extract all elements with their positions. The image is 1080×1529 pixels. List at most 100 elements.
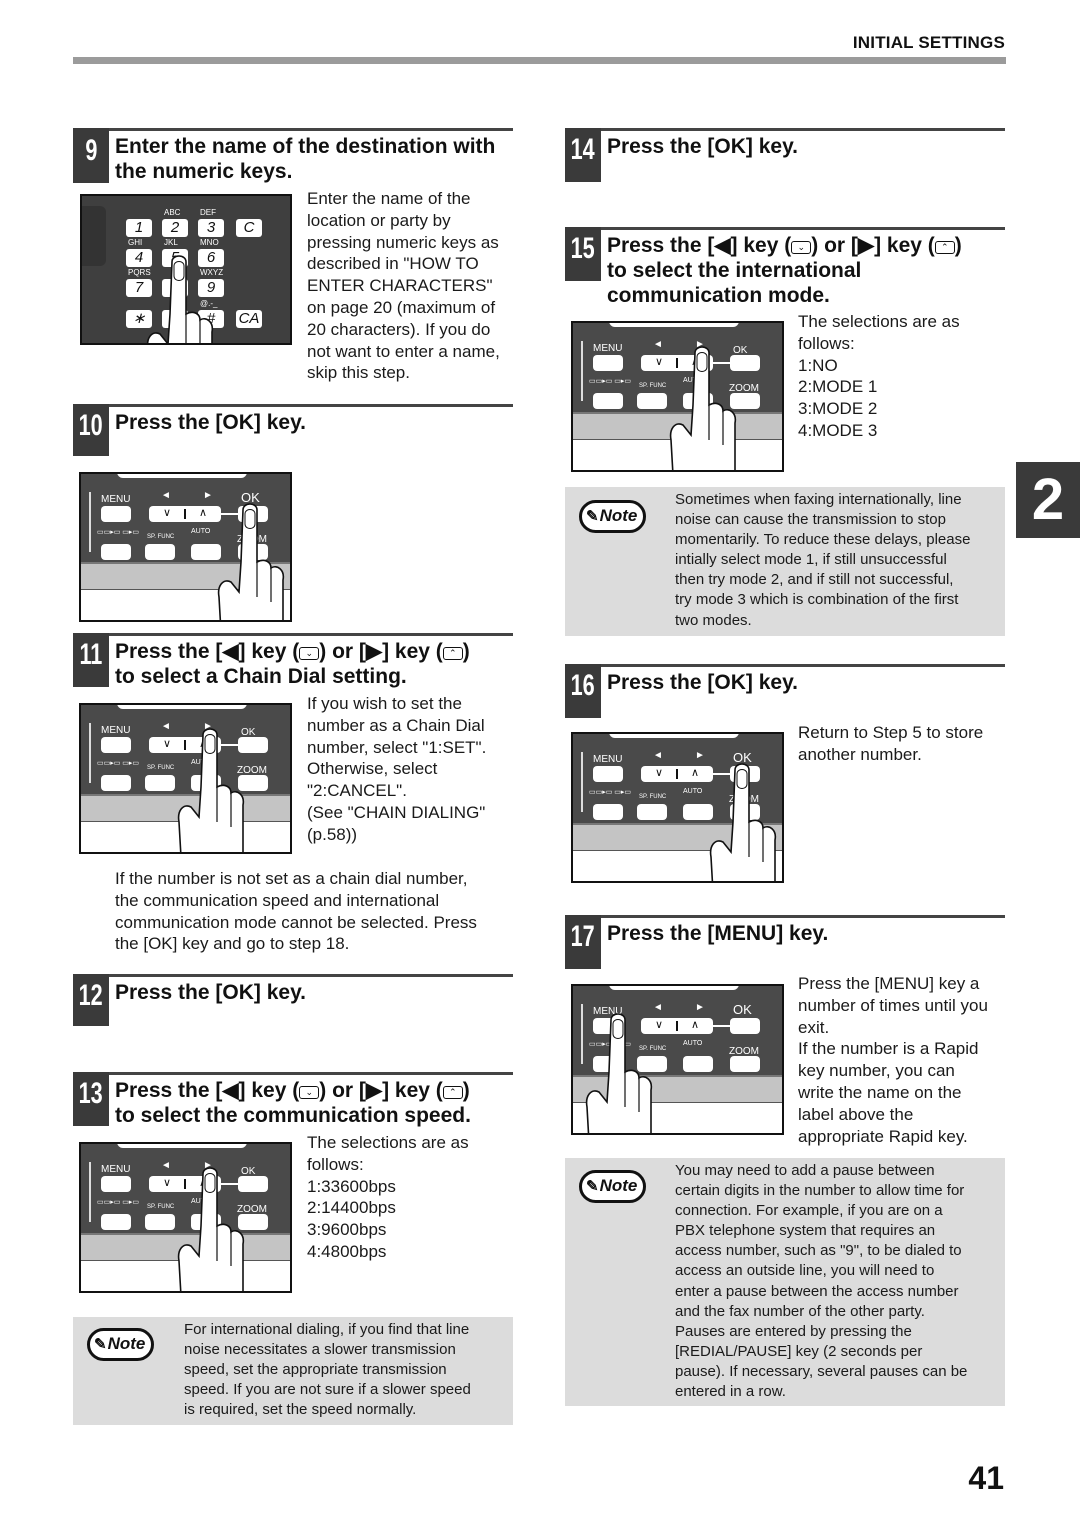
control-panel-illustration: MENU◄►OK∨∧▭▭▸▭ ▭▸▭SP. FUNCAUTOZOOM	[79, 1142, 292, 1293]
text-line: the [OK] key and go to step 18.	[115, 934, 350, 954]
keypad-illustration: 1ABC2DEF3CGHI4JKL5MNO6PQRS78WXYZ9∗0@.-_#…	[80, 194, 292, 345]
step-title: Press the [◀] key (⌄) or [▶] key (⌃) to …	[115, 639, 513, 689]
nav-divider	[184, 509, 186, 519]
text-line: two modes.	[675, 611, 752, 629]
sp-func-key	[637, 393, 667, 409]
sp-func-label: SP. FUNC	[147, 1204, 175, 1210]
step-number: 11	[73, 633, 109, 687]
text-line: intially select mode 1, if still unsucce…	[675, 551, 947, 569]
display-window	[117, 1144, 247, 1148]
text-line: noise necessitates a slower transmission	[184, 1341, 456, 1359]
step-title: Press the [OK] key.	[607, 671, 799, 694]
step-title-line: Enter the name of the destination with	[115, 135, 496, 158]
step-rule	[73, 1072, 513, 1075]
up-key-icon: ⌃	[934, 241, 955, 254]
text-line: noise can cause the transmission to stop	[675, 511, 946, 529]
text-line: and the fax number of the other party.	[675, 1302, 925, 1320]
text-line: another number.	[798, 744, 922, 764]
text-line: not want to enter a name,	[307, 341, 500, 361]
text-line: 1:NO	[798, 355, 838, 375]
step-number: 14	[565, 128, 601, 182]
left-arrow-label: ◄	[653, 750, 663, 761]
text-line: number of times until you	[798, 995, 988, 1015]
note-badge: ✎Note	[579, 1170, 647, 1203]
step-12: 12 Press the [OK] key.	[73, 974, 513, 1026]
step-title-line: Press the [◀] key (⌄) or [▶] key (⌃)	[607, 234, 962, 257]
text-line: follows:	[307, 1154, 364, 1174]
step-title-line: to select the international	[607, 259, 862, 282]
step-title-line: the numeric keys.	[115, 160, 293, 183]
text-line: is required, set the speed normally.	[184, 1401, 417, 1419]
step-16: 16 Press the [OK] key.	[565, 664, 1005, 718]
panel-divider	[89, 723, 91, 783]
text-line: follows:	[798, 333, 855, 353]
page-number: 41	[968, 1460, 1004, 1496]
key-digit: CA	[238, 310, 260, 327]
keypad-key: CA	[236, 310, 262, 328]
text-line: Enter the name of the	[307, 189, 471, 208]
text-line: number, select "1:SET".	[307, 737, 487, 757]
copy-mode-key	[593, 393, 623, 409]
right-arrow-icon: ▶	[365, 640, 383, 663]
display-window	[609, 323, 739, 327]
step-rule	[565, 915, 1005, 918]
text-line: on page 20 (maximum of	[307, 297, 496, 317]
text-line: 1:33600bps	[307, 1176, 396, 1196]
sp-func-label: SP. FUNC	[639, 383, 667, 389]
step-16-body: Return to Step 5 to store another number.	[798, 722, 1008, 766]
auto-label: AUTO	[191, 528, 211, 535]
menu-label: MENU	[593, 754, 623, 765]
text-line: access an outside line, you will need to	[675, 1262, 935, 1280]
key-digit: 2	[170, 219, 180, 236]
text-line: speed. If you are not sure if a slower s…	[184, 1381, 471, 1399]
key-digit: C	[243, 219, 255, 236]
right-arrow-icon: ▶	[857, 234, 875, 257]
zoom-key	[730, 1056, 760, 1072]
keypad-recess	[82, 206, 106, 266]
text-line: exit.	[798, 1017, 830, 1037]
note-box: ✎Note For international dialing, if you …	[73, 1317, 513, 1425]
text-line: PBX telephone system that requires an	[675, 1222, 936, 1240]
pencil-icon: ✎	[586, 508, 599, 525]
panel-divider	[581, 752, 583, 812]
keypad-key: C	[236, 219, 262, 237]
copy-mode-label: ▭▭▸▭ ▭▸▭	[97, 529, 140, 536]
text-line: 2:14400bps	[307, 1198, 396, 1218]
sp-func-key	[145, 775, 175, 791]
text-line: key number, you can	[798, 1061, 955, 1081]
copy-mode-key	[593, 804, 623, 820]
left-arrow-label: ◄	[161, 1160, 171, 1171]
step-number: 10	[73, 404, 109, 456]
down-key-icon: ⌄	[791, 241, 812, 254]
step-number: 17	[565, 915, 601, 969]
auto-label: AUTO	[683, 1040, 703, 1047]
keypad-key: 2	[162, 219, 188, 237]
step-title-line: to select a Chain Dial setting.	[115, 665, 407, 688]
left-arrow-label: ◄	[653, 339, 663, 350]
down-label: ∨	[655, 356, 664, 368]
text-line: If the number is not set as a chain dial…	[115, 869, 468, 888]
step-title: Press the [MENU] key.	[607, 922, 829, 945]
key-letters: DEF	[200, 208, 216, 217]
menu-key	[593, 766, 623, 782]
text-line: The selections are as	[307, 1133, 469, 1152]
text-line: For international dialing, if you find t…	[184, 1321, 470, 1338]
text-line: Return to Step 5 to store	[798, 723, 984, 742]
text-line: then try mode 2, and if still not succes…	[675, 571, 954, 589]
text-line: number as a Chain Dial	[307, 715, 485, 735]
step-number: 15	[565, 227, 601, 281]
pointing-hand-icon	[709, 763, 777, 881]
down-label: ∨	[163, 507, 172, 519]
copy-mode-key	[101, 1214, 131, 1230]
left-arrow-icon: ◀	[222, 1079, 239, 1102]
keypad-key: 3	[198, 219, 224, 237]
nav-divider	[676, 769, 678, 779]
text-line: entered in a row.	[675, 1383, 786, 1401]
text-line: momentarily. To reduce these delays, ple…	[675, 531, 971, 549]
step-title: Press the [◀] key (⌄) or [▶] key (⌃) to …	[115, 1078, 513, 1128]
control-panel-illustration: MENU◄►OK∨∧▭▭▸▭ ▭▸▭SP. FUNCAUTOZOOM	[571, 732, 784, 883]
control-panel-illustration: MENU◄►OK∨∧▭▭▸▭ ▭▸▭SP. FUNCAUTOZOOM	[571, 321, 784, 472]
left-arrow-label: ◄	[161, 490, 171, 501]
up-label: ∧	[691, 1019, 700, 1031]
step-13: 13 Press the [◀] key (⌄) or [▶] key (⌃) …	[73, 1072, 513, 1128]
